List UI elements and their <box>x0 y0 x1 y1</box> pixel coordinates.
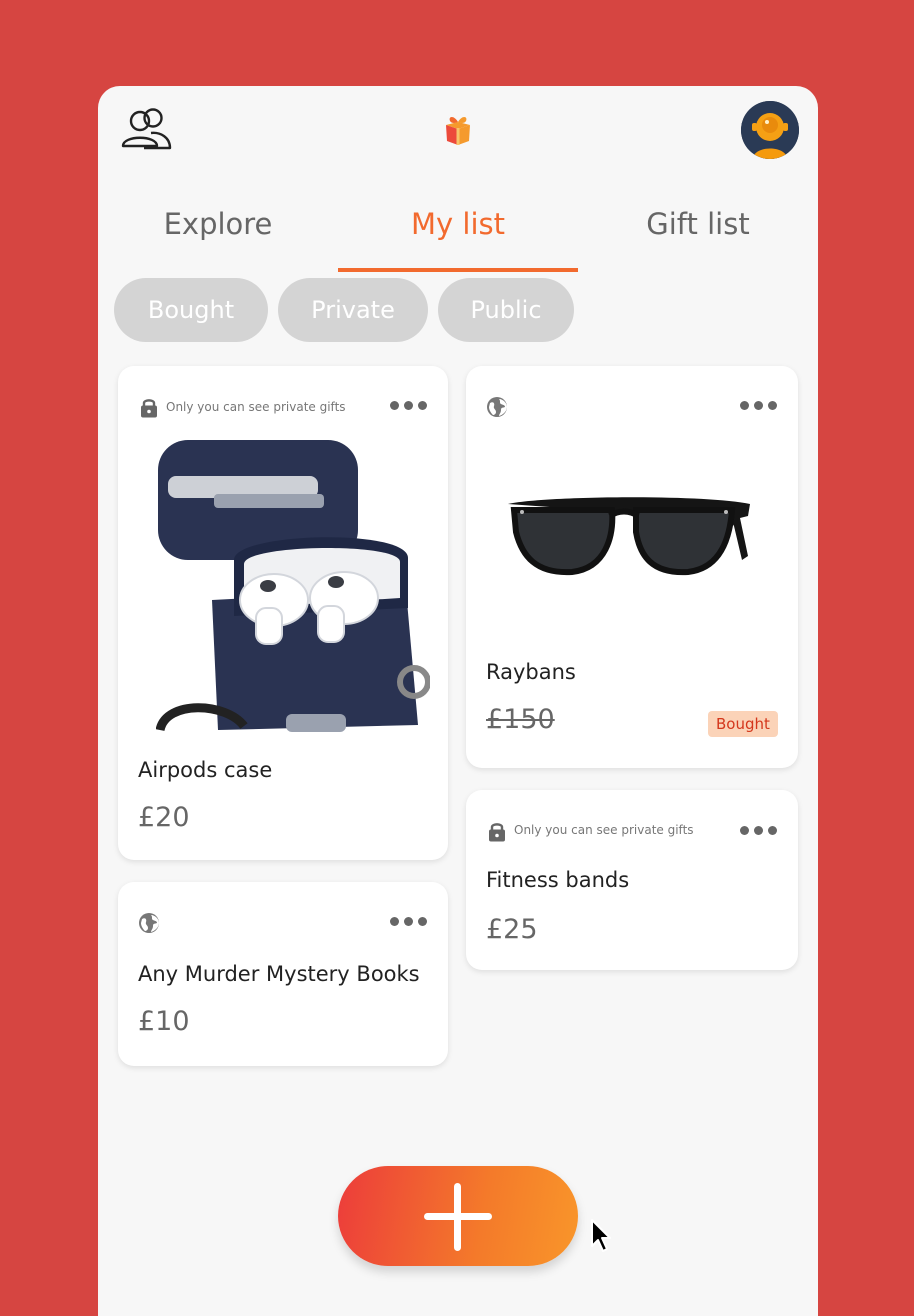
filter-chip-public[interactable]: Public <box>438 278 574 342</box>
add-gift-button[interactable] <box>338 1166 578 1266</box>
gift-price: £25 <box>486 914 538 945</box>
lock-icon <box>489 823 505 842</box>
globe-icon <box>487 397 507 417</box>
more-options-icon[interactable] <box>390 914 430 928</box>
airpods-case-image <box>156 440 430 732</box>
gift-card-fitness-bands[interactable]: Only you can see private gifts Fitness b… <box>466 790 798 970</box>
friends-icon[interactable] <box>120 108 174 152</box>
more-options-icon[interactable] <box>390 398 430 412</box>
avatar[interactable] <box>741 101 799 159</box>
private-note: Only you can see private gifts <box>514 823 694 837</box>
mouse-cursor-icon <box>591 1219 611 1252</box>
tab-my-list[interactable]: My list <box>338 194 578 272</box>
gift-card-raybans[interactable]: Raybans £150 Bought <box>466 366 798 768</box>
gift-title: Any Murder Mystery Books <box>138 962 420 986</box>
private-note: Only you can see private gifts <box>166 400 346 414</box>
gift-card-airpods[interactable]: Only you can see private gifts Airpods c… <box>118 366 448 860</box>
header <box>98 86 818 186</box>
lock-icon <box>141 399 157 418</box>
gift-title: Raybans <box>486 660 576 684</box>
more-options-icon[interactable] <box>740 398 780 412</box>
gift-price: £10 <box>138 1006 190 1037</box>
filter-chip-private[interactable]: Private <box>278 278 428 342</box>
gift-price: £150 <box>486 704 555 735</box>
filter-chip-bought[interactable]: Bought <box>114 278 268 342</box>
bought-badge: Bought <box>708 711 778 737</box>
tab-gift-list[interactable]: Gift list <box>578 194 818 272</box>
gift-title: Fitness bands <box>486 868 630 892</box>
sunglasses-image <box>508 497 750 576</box>
app-screen: Explore My list Gift list Bought Private… <box>98 86 818 1316</box>
gift-logo-icon <box>446 117 470 145</box>
tab-bar: Explore My list Gift list <box>98 194 818 274</box>
active-tab-indicator <box>338 268 578 272</box>
more-options-icon[interactable] <box>740 823 780 837</box>
gift-card-mystery-books[interactable]: Any Murder Mystery Books £10 <box>118 882 448 1066</box>
astronaut-avatar-icon <box>741 101 799 159</box>
gift-price: £20 <box>138 802 190 833</box>
gift-title: Airpods case <box>138 758 273 782</box>
globe-icon <box>139 913 159 933</box>
tab-explore[interactable]: Explore <box>98 194 338 272</box>
